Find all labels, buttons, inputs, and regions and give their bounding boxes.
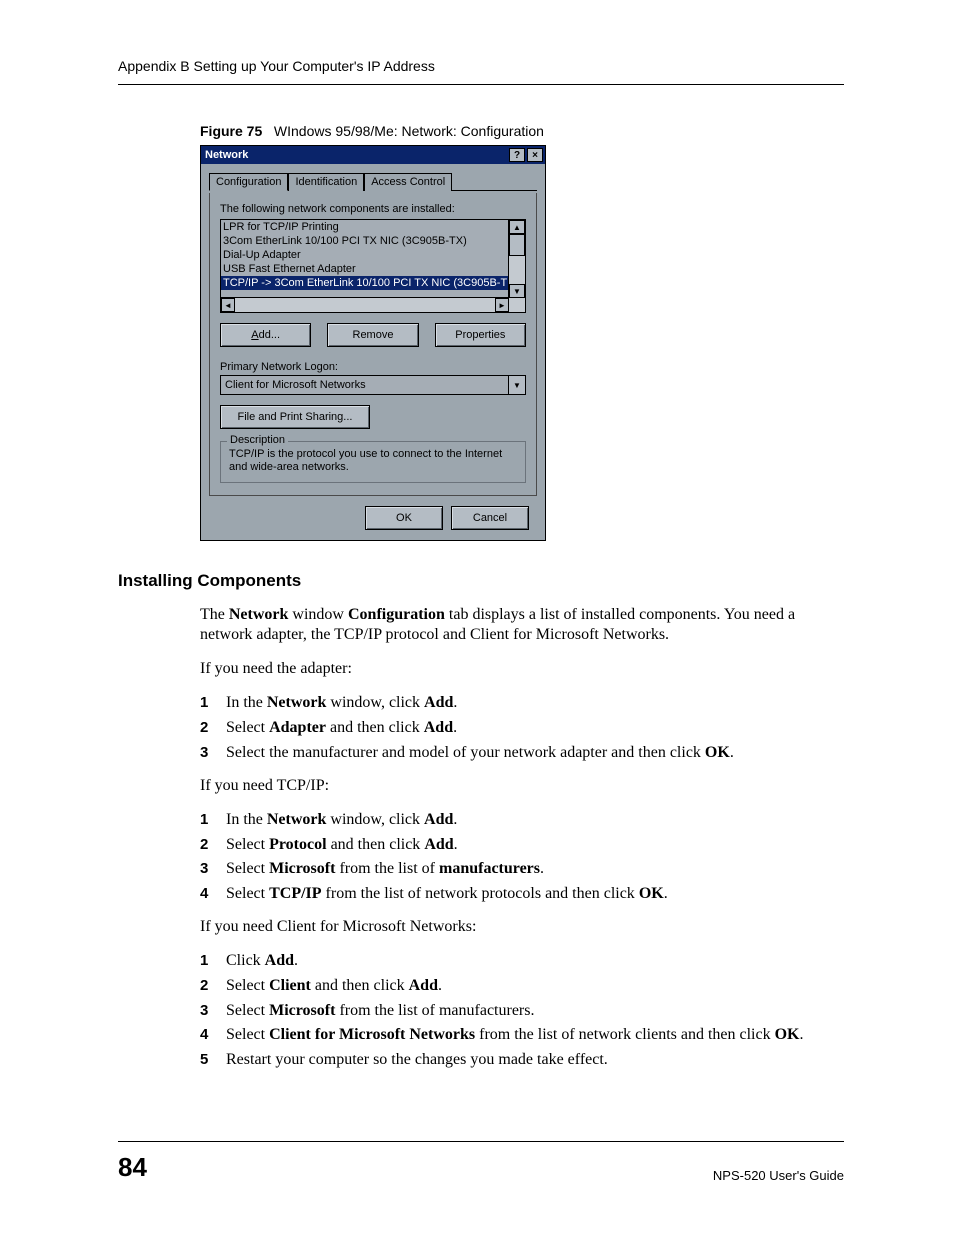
titlebar: Network ? × <box>201 146 545 164</box>
vertical-scrollbar[interactable]: ▲ ▼ <box>508 220 525 312</box>
tcpip-lead: If you need TCP/IP: <box>200 776 844 796</box>
description-legend: Description <box>227 434 288 446</box>
tab-page-configuration: The following network components are ins… <box>209 193 537 496</box>
description-text: TCP/IP is the protocol you use to connec… <box>229 448 517 474</box>
tab-row: Configuration Identification Access Cont… <box>209 172 537 191</box>
adapter-steps: In the Network window, click Add. Select… <box>200 693 844 763</box>
cancel-button[interactable]: Cancel <box>451 506 529 530</box>
running-header: Appendix B Setting up Your Computer's IP… <box>118 58 844 85</box>
scroll-down-icon[interactable]: ▼ <box>509 284 525 298</box>
client-lead: If you need Client for Microsoft Network… <box>200 917 844 937</box>
components-listbox[interactable]: LPR for TCP/IP Printing 3Com EtherLink 1… <box>220 219 526 313</box>
scroll-right-icon[interactable]: ► <box>495 298 509 312</box>
page-footer: 84 NPS-520 User's Guide <box>118 1141 844 1183</box>
dialog-title: Network <box>205 149 248 161</box>
close-icon[interactable]: × <box>527 148 543 162</box>
ok-button[interactable]: OK <box>365 506 443 530</box>
horizontal-scrollbar[interactable]: ◄ ► <box>221 297 509 312</box>
scroll-thumb[interactable] <box>509 234 525 256</box>
scroll-left-icon[interactable]: ◄ <box>221 298 235 312</box>
list-item[interactable]: TCP/IP -> 3Com EtherLink 10/100 PCI TX N… <box>221 276 508 290</box>
list-item[interactable]: 3Com EtherLink 10/100 PCI TX NIC (3C905B… <box>221 234 508 248</box>
section-heading: Installing Components <box>118 571 844 591</box>
list-item[interactable]: Dial-Up Adapter <box>221 248 508 262</box>
intro-paragraph: The Network window Configuration tab dis… <box>200 605 844 645</box>
client-steps: Click Add. Select Client and then click … <box>200 951 844 1071</box>
list-item[interactable]: LPR for TCP/IP Printing <box>221 220 508 234</box>
primary-logon-combo[interactable]: Client for Microsoft Networks ▼ <box>220 375 526 395</box>
tcpip-steps: In the Network window, click Add. Select… <box>200 810 844 905</box>
scroll-up-icon[interactable]: ▲ <box>509 220 525 234</box>
guide-name: NPS-520 User's Guide <box>713 1168 844 1183</box>
tab-identification[interactable]: Identification <box>288 173 364 191</box>
network-dialog: Network ? × Configuration Identification… <box>200 145 546 541</box>
add-button[interactable]: Add... <box>220 323 311 347</box>
components-label: The following network components are ins… <box>220 203 526 215</box>
description-group: Description TCP/IP is the protocol you u… <box>220 441 526 483</box>
help-icon[interactable]: ? <box>509 148 525 162</box>
properties-button[interactable]: Properties <box>435 323 526 347</box>
tab-access-control[interactable]: Access Control <box>364 173 452 191</box>
figure-caption: Figure 75 WIndows 95/98/Me: Network: Con… <box>200 123 844 139</box>
remove-button[interactable]: Remove <box>327 323 418 347</box>
file-print-sharing-button[interactable]: File and Print Sharing... <box>220 405 370 429</box>
tab-configuration[interactable]: Configuration <box>209 173 288 191</box>
chevron-down-icon[interactable]: ▼ <box>508 376 525 394</box>
page-number: 84 <box>118 1152 147 1183</box>
primary-logon-label: Primary Network Logon: <box>220 361 526 373</box>
adapter-lead: If you need the adapter: <box>200 659 844 679</box>
list-item[interactable]: USB Fast Ethernet Adapter <box>221 262 508 276</box>
primary-logon-value: Client for Microsoft Networks <box>221 379 508 391</box>
